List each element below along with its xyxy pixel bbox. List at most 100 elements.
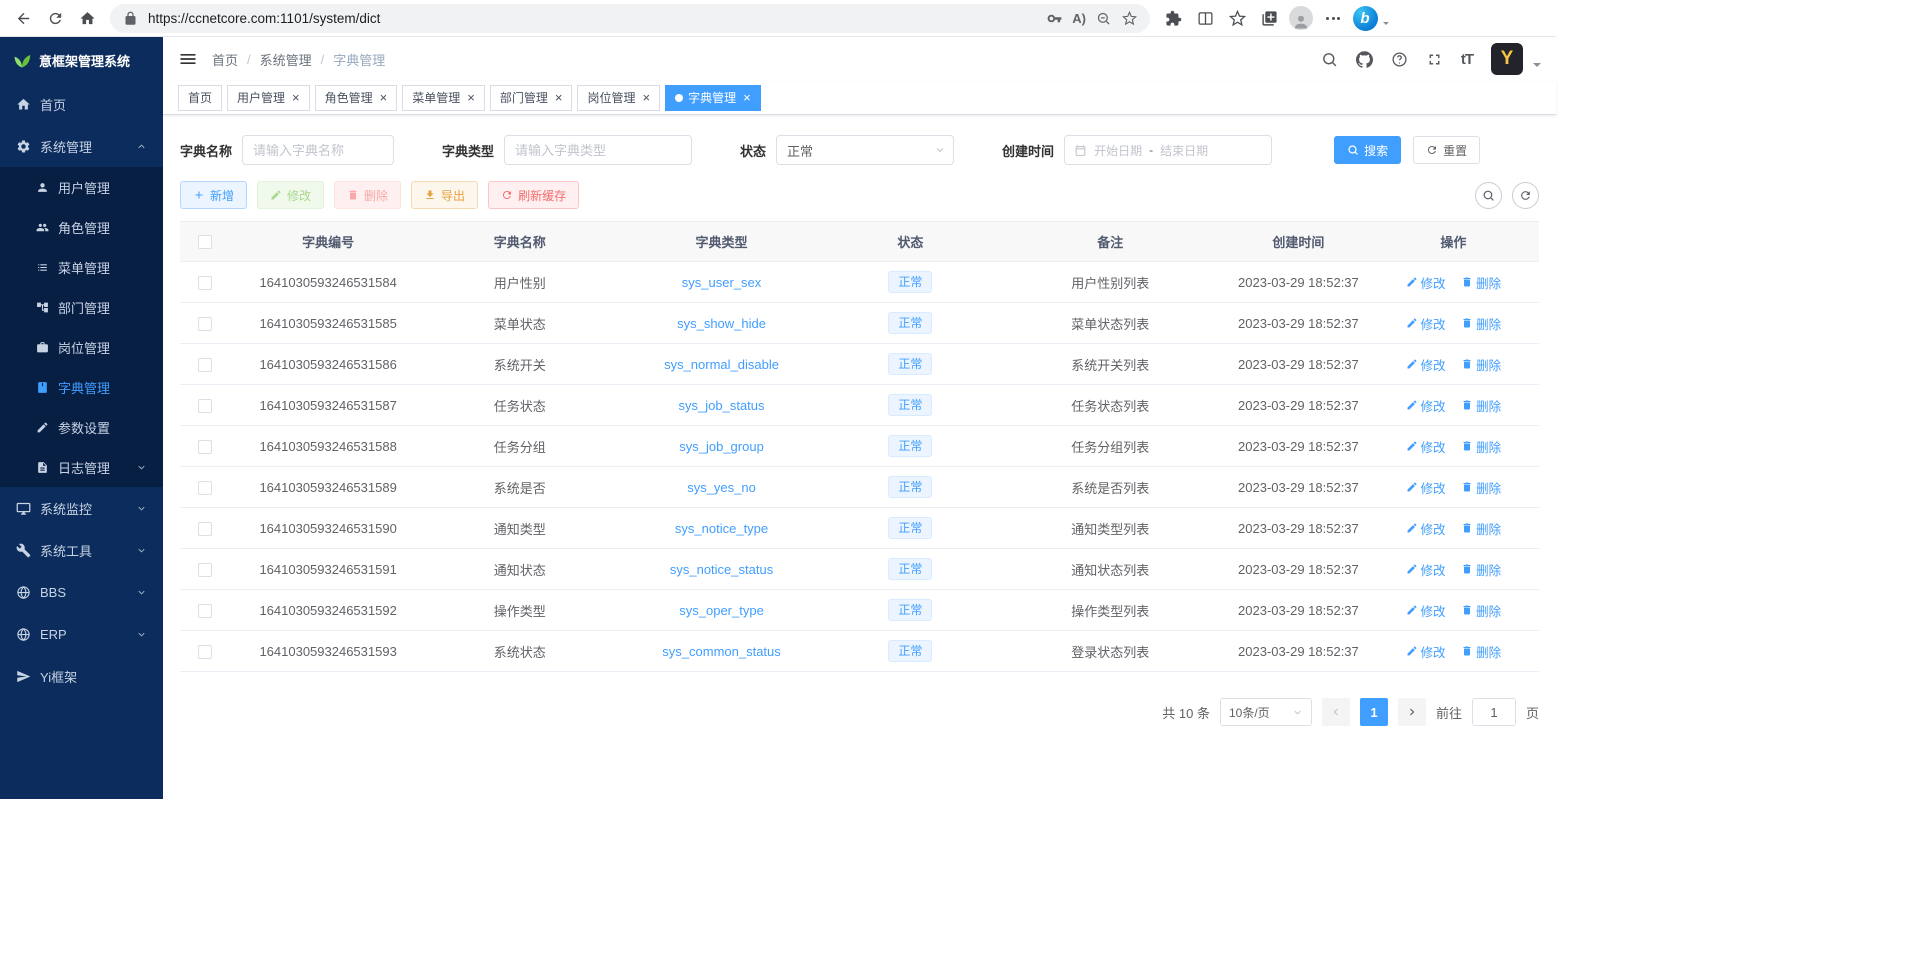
tab-dept[interactable]: 部门管理× <box>490 85 573 111</box>
dict-type-link[interactable]: sys_show_hide <box>677 316 766 331</box>
tab-home[interactable]: 首页 <box>178 85 222 111</box>
favorite-star-icon[interactable] <box>1121 10 1138 27</box>
dict-type-link[interactable]: sys_notice_status <box>670 562 773 577</box>
sidebar-item-yi[interactable]: Yi框架 <box>0 655 163 697</box>
sidebar-item-dept[interactable]: 部门管理 <box>0 287 163 327</box>
dict-name-input[interactable] <box>242 135 394 165</box>
tab-menu[interactable]: 菜单管理× <box>402 85 485 111</box>
sidebar-item-erp[interactable]: ERP <box>0 613 163 655</box>
search-button[interactable]: 搜索 <box>1334 136 1401 164</box>
zoom-out-icon[interactable] <box>1095 10 1112 27</box>
dict-type-link[interactable]: sys_yes_no <box>687 480 756 495</box>
edit-button[interactable]: 修改 <box>257 181 324 209</box>
row-delete-button[interactable]: 删除 <box>1461 355 1501 374</box>
page-size-select[interactable]: 10条/页 <box>1220 698 1312 726</box>
sidebar-item-role[interactable]: 角色管理 <box>0 207 163 247</box>
close-icon[interactable]: × <box>642 91 650 104</box>
row-edit-button[interactable]: 修改 <box>1406 437 1446 456</box>
sidebar-item-config[interactable]: 参数设置 <box>0 407 163 447</box>
fullscreen-icon[interactable] <box>1426 51 1443 68</box>
close-icon[interactable]: × <box>292 91 300 104</box>
close-icon[interactable]: × <box>743 91 751 104</box>
row-checkbox[interactable] <box>198 399 212 413</box>
profile-avatar[interactable] <box>1286 3 1316 33</box>
collections-icon[interactable] <box>1254 3 1284 33</box>
refresh-cache-button[interactable]: 刷新缓存 <box>488 181 579 209</box>
row-edit-button[interactable]: 修改 <box>1406 396 1446 415</box>
key-icon[interactable] <box>1046 10 1063 27</box>
row-checkbox[interactable] <box>198 358 212 372</box>
sidebar-item-home[interactable]: 首页 <box>0 83 163 125</box>
dict-type-link[interactable]: sys_oper_type <box>679 603 764 618</box>
refresh-icon[interactable] <box>40 3 70 33</box>
bing-icon[interactable]: b <box>1350 3 1380 33</box>
dict-type-link[interactable]: sys_job_group <box>679 439 764 454</box>
text-size-icon[interactable]: tT <box>1461 51 1473 68</box>
sidebar-item-log[interactable]: 日志管理 <box>0 447 163 487</box>
sidebar-item-system[interactable]: 系统管理 <box>0 125 163 167</box>
row-checkbox[interactable] <box>198 645 212 659</box>
breadcrumb-home[interactable]: 首页 <box>212 50 238 69</box>
row-edit-button[interactable]: 修改 <box>1406 560 1446 579</box>
search-toggle-button[interactable] <box>1475 182 1502 209</box>
refresh-table-button[interactable] <box>1512 182 1539 209</box>
select-all-checkbox[interactable] <box>198 235 212 249</box>
row-delete-button[interactable]: 删除 <box>1461 560 1501 579</box>
url-text[interactable]: https://ccnetcore.com:1101/system/dict <box>148 11 1037 26</box>
dict-type-link[interactable]: sys_normal_disable <box>664 357 779 372</box>
sidebar-item-user[interactable]: 用户管理 <box>0 167 163 207</box>
help-icon[interactable] <box>1391 51 1408 68</box>
current-page[interactable]: 1 <box>1360 698 1388 726</box>
row-delete-button[interactable]: 删除 <box>1461 437 1501 456</box>
row-delete-button[interactable]: 删除 <box>1461 273 1501 292</box>
row-edit-button[interactable]: 修改 <box>1406 273 1446 292</box>
close-icon[interactable]: × <box>467 91 475 104</box>
tab-role[interactable]: 角色管理× <box>315 85 398 111</box>
add-button[interactable]: 新增 <box>180 181 247 209</box>
breadcrumb-system[interactable]: 系统管理 <box>260 50 312 69</box>
row-edit-button[interactable]: 修改 <box>1406 314 1446 333</box>
sidebar-toggle[interactable] <box>178 49 198 69</box>
search-icon[interactable] <box>1321 51 1338 68</box>
address-bar[interactable]: https://ccnetcore.com:1101/system/dict A… <box>110 4 1150 33</box>
row-delete-button[interactable]: 删除 <box>1461 519 1501 538</box>
sidebar-item-bbs[interactable]: BBS <box>0 571 163 613</box>
row-delete-button[interactable]: 删除 <box>1461 601 1501 620</box>
row-edit-button[interactable]: 修改 <box>1406 478 1446 497</box>
sidebar-item-tools[interactable]: 系统工具 <box>0 529 163 571</box>
row-delete-button[interactable]: 删除 <box>1461 396 1501 415</box>
row-checkbox[interactable] <box>198 481 212 495</box>
row-edit-button[interactable]: 修改 <box>1406 355 1446 374</box>
extensions-icon[interactable] <box>1158 3 1188 33</box>
split-screen-icon[interactable] <box>1190 3 1220 33</box>
row-edit-button[interactable]: 修改 <box>1406 519 1446 538</box>
row-edit-button[interactable]: 修改 <box>1406 642 1446 661</box>
sidebar-item-menu[interactable]: 菜单管理 <box>0 247 163 287</box>
home-icon[interactable] <box>72 3 102 33</box>
prev-page-button[interactable] <box>1322 698 1350 726</box>
user-avatar[interactable]: Y <box>1491 43 1523 75</box>
tab-user[interactable]: 用户管理× <box>227 85 310 111</box>
dict-type-link[interactable]: sys_notice_type <box>675 521 768 536</box>
close-icon[interactable]: × <box>380 91 388 104</box>
sidebar-item-post[interactable]: 岗位管理 <box>0 327 163 367</box>
delete-button[interactable]: 删除 <box>334 181 401 209</box>
tab-dict[interactable]: 字典管理× <box>665 85 761 111</box>
date-range-picker[interactable]: 开始日期 - 结束日期 <box>1064 135 1272 165</box>
status-select[interactable] <box>776 135 954 165</box>
status-select-value[interactable] <box>776 135 954 165</box>
row-checkbox[interactable] <box>198 522 212 536</box>
row-delete-button[interactable]: 删除 <box>1461 478 1501 497</box>
row-delete-button[interactable]: 删除 <box>1461 314 1501 333</box>
row-checkbox[interactable] <box>198 276 212 290</box>
favorites-icon[interactable] <box>1222 3 1252 33</box>
goto-page-input[interactable] <box>1472 698 1516 726</box>
tab-post[interactable]: 岗位管理× <box>577 85 660 111</box>
read-aloud-icon[interactable]: A) <box>1072 11 1086 26</box>
row-delete-button[interactable]: 删除 <box>1461 642 1501 661</box>
github-icon[interactable] <box>1356 51 1373 68</box>
next-page-button[interactable] <box>1398 698 1426 726</box>
more-icon[interactable] <box>1318 3 1348 33</box>
close-icon[interactable]: × <box>555 91 563 104</box>
export-button[interactable]: 导出 <box>411 181 478 209</box>
